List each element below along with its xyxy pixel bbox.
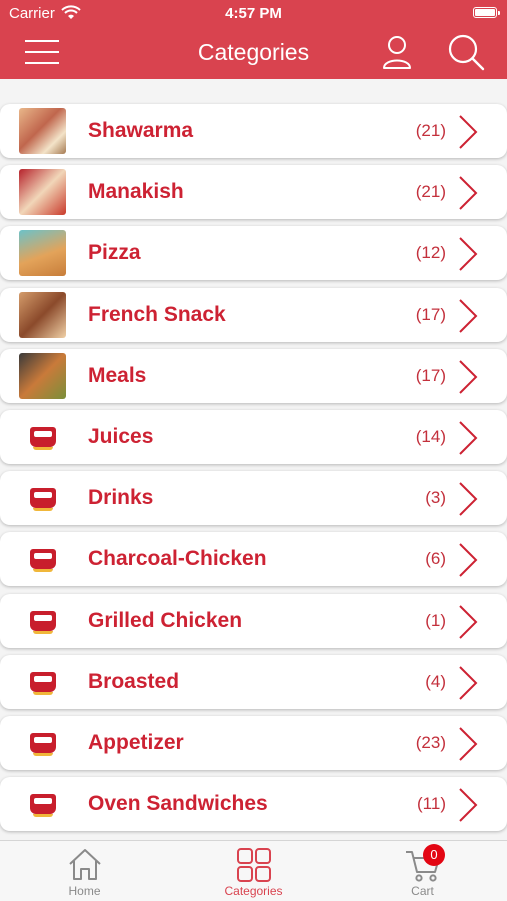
category-item-count: (23) [415,733,446,752]
category-name: Juices [88,425,154,448]
chevron-right-icon [459,788,478,822]
category-item-count: (3) [425,488,446,508]
user-account-icon[interactable] [381,34,413,70]
category-logo-thumbnail [19,598,66,644]
category-name: Pizza [88,241,141,265]
category-photo-thumbnail [19,108,66,154]
category-photo-thumbnail [19,291,66,338]
tab-home[interactable]: Home [0,841,169,901]
category-photo-thumbnail [19,169,66,216]
chevron-right-icon [459,666,478,700]
brand-logo-icon [29,794,56,818]
category-logo-thumbnail [19,659,66,705]
chevron-right-icon [459,604,478,639]
category-name: Appetizer [88,731,184,754]
category-logo-thumbnail [19,720,66,766]
chevron-right-icon [459,176,478,210]
brand-logo-icon [29,427,56,450]
category-row[interactable]: Juices (14) [0,410,507,464]
home-icon [69,849,101,880]
category-photo-thumbnail [19,230,66,277]
brand-logo-icon [29,549,56,573]
tab-categories[interactable]: Categories [169,841,338,901]
category-item-count: (6) [425,549,446,569]
category-name: Charcoal-Chicken [88,547,267,571]
category-logo-thumbnail [19,414,66,460]
brand-logo-icon [29,610,56,634]
app-header: Carrier 4:57 PM Categories [0,0,507,79]
category-item-count: (17) [415,304,446,324]
category-row[interactable]: Charcoal-Chicken (6) [0,532,507,587]
category-item-count: (14) [415,427,446,446]
category-row[interactable]: Grilled Chicken (1) [0,593,507,648]
chevron-right-icon [459,298,478,333]
brand-logo-icon [29,671,56,695]
cart-count-badge: 0 [423,844,445,866]
category-row[interactable]: Pizza (12) [0,226,507,281]
category-row[interactable]: Shawarma (21) [0,104,507,158]
brand-logo-icon [29,488,56,512]
category-item-count: (4) [425,671,446,691]
chevron-right-icon [459,482,478,516]
chevron-right-icon [459,543,478,578]
brand-logo-icon [29,733,56,756]
category-item-count: (17) [415,365,446,385]
search-icon[interactable] [447,33,485,71]
tab-cart-label: Cart [411,884,434,898]
category-item-count: (11) [417,794,446,814]
categories-grid-icon [237,848,271,882]
category-name: Grilled Chicken [88,608,243,632]
chevron-right-icon [459,727,478,761]
category-name: Drinks [88,486,154,510]
tab-categories-label: Categories [224,884,283,898]
category-row[interactable]: Appetizer (23) [0,716,507,770]
battery-icon [473,7,500,18]
chevron-right-icon [459,237,478,272]
tab-home-label: Home [68,884,101,898]
chevron-right-icon [459,115,478,149]
category-logo-thumbnail [19,536,66,582]
category-name: Manakish [88,180,184,204]
status-time: 4:57 PM [225,5,282,22]
chevron-right-icon [459,360,478,394]
category-name: Oven Sandwiches [88,792,268,816]
chevron-right-icon [459,421,478,455]
category-row[interactable]: Oven Sandwiches (11) [0,777,507,832]
category-logo-thumbnail [19,781,66,827]
category-row[interactable]: French Snack (17) [0,287,507,342]
category-photo-thumbnail [19,352,66,399]
category-row[interactable]: Manakish (21) [0,165,507,220]
category-item-count: (21) [415,182,446,202]
category-logo-thumbnail [19,475,66,521]
category-name: French Snack [88,302,226,326]
category-name: Shawarma [88,119,194,142]
category-name: Meals [88,363,147,387]
status-bar: Carrier 4:57 PM [0,0,507,28]
category-name: Broasted [88,669,180,693]
category-item-count: (21) [415,121,446,140]
category-row[interactable]: Drinks (3) [0,471,507,526]
page-title: Categories [197,39,310,65]
category-item-count: (12) [415,243,446,263]
category-row[interactable]: Broasted (4) [0,654,507,709]
tab-cart[interactable]: Cart [338,841,507,901]
category-item-count: (1) [425,610,446,630]
category-row[interactable]: Meals (17) [0,348,507,403]
